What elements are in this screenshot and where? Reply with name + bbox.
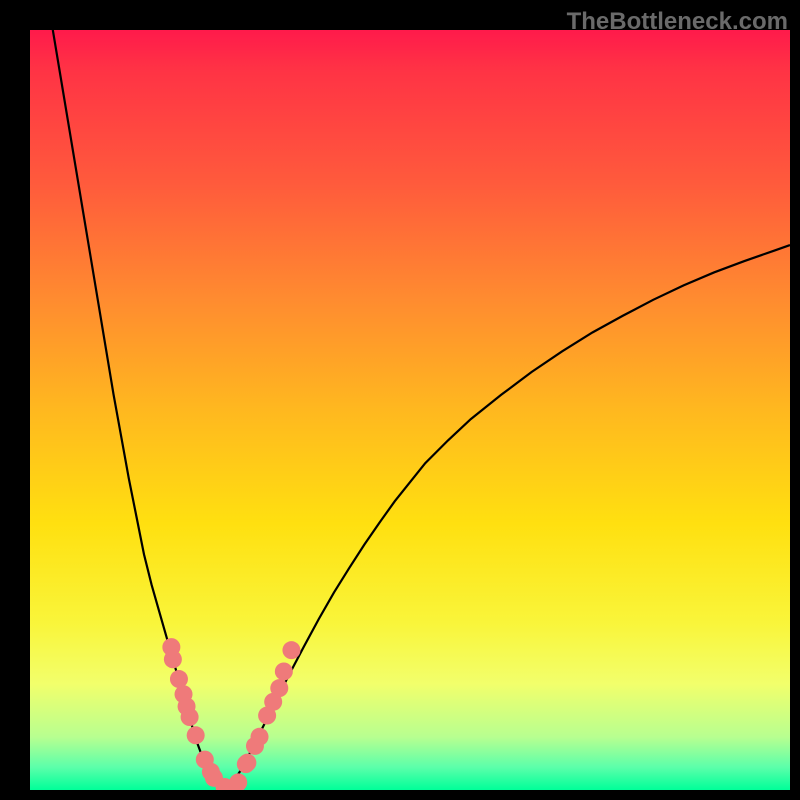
curve-right-branch: [228, 245, 790, 790]
marker-dot: [229, 773, 247, 790]
marker-dot: [251, 728, 269, 746]
marker-dot: [187, 726, 205, 744]
marker-dot: [270, 679, 288, 697]
chart-plot-area: [30, 30, 790, 790]
marker-dot: [238, 754, 256, 772]
curve-left-branch: [53, 30, 228, 790]
marker-dot: [164, 650, 182, 668]
marker-dot: [170, 670, 188, 688]
watermark-text: TheBottleneck.com: [567, 8, 788, 36]
marker-dot: [282, 641, 300, 659]
marker-dot: [275, 662, 293, 680]
marker-dot: [181, 708, 199, 726]
marker-group: [162, 638, 300, 790]
chart-svg: [30, 30, 790, 790]
